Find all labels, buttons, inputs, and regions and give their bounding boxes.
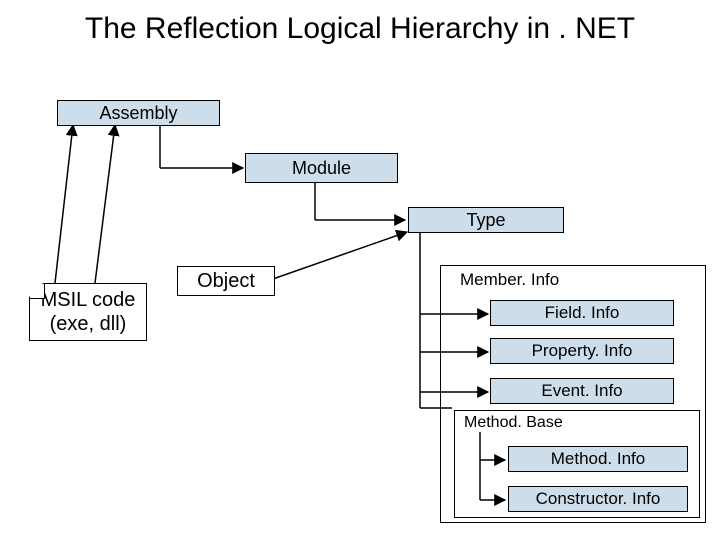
box-object: Object — [177, 266, 275, 296]
label-object: Object — [197, 270, 255, 293]
label-assembly: Assembly — [99, 103, 177, 124]
box-assembly: Assembly — [57, 100, 220, 126]
box-fieldinfo: Field. Info — [490, 300, 674, 326]
note-msil: MSIL code (exe, dll) — [29, 283, 147, 341]
label-module: Module — [292, 158, 351, 179]
box-eventinfo: Event. Info — [490, 378, 674, 404]
label-methodinfo: Method. Info — [551, 449, 646, 469]
box-module: Module — [245, 153, 398, 183]
label-type: Type — [466, 210, 505, 231]
label-constructorinfo: Constructor. Info — [536, 489, 661, 509]
label-eventinfo: Event. Info — [541, 381, 622, 401]
slide-title: The Reflection Logical Hierarchy in . NE… — [0, 10, 720, 48]
box-constructorinfo: Constructor. Info — [508, 486, 688, 512]
label-msil: MSIL code (exe, dll) — [41, 288, 136, 336]
label-methodbase: Method. Base — [464, 414, 563, 432]
label-fieldinfo: Field. Info — [545, 303, 620, 323]
label-propertyinfo: Property. Info — [532, 341, 633, 361]
box-type: Type — [408, 207, 564, 233]
box-propertyinfo: Property. Info — [490, 338, 674, 364]
box-methodinfo: Method. Info — [508, 446, 688, 472]
label-memberinfo: Member. Info — [460, 270, 559, 290]
